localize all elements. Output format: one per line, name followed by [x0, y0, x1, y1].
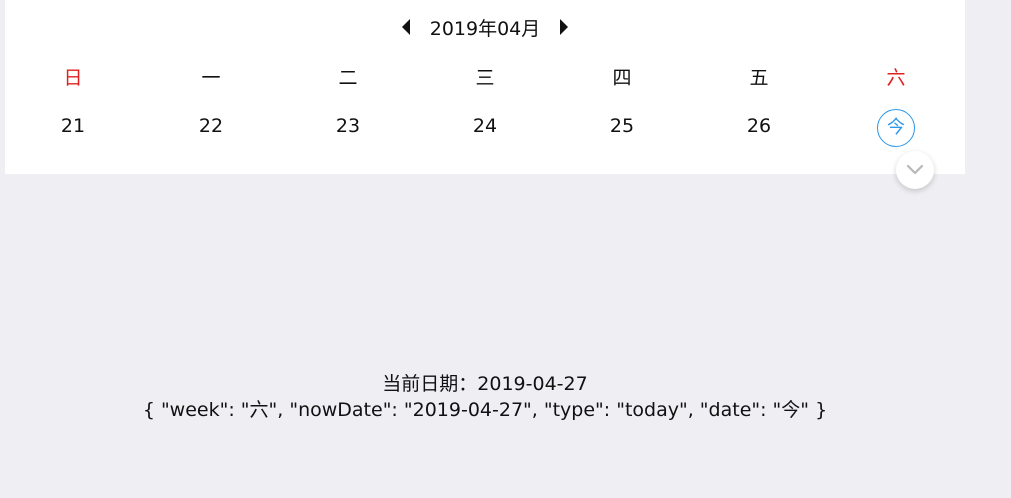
- weekday-sun: 日: [63, 67, 83, 89]
- day-cell[interactable]: 26: [729, 111, 789, 141]
- day-cell[interactable]: 21: [43, 111, 103, 141]
- caret-right-icon: [560, 19, 569, 35]
- next-month-button[interactable]: [556, 17, 572, 37]
- weekday-thu: 四: [612, 67, 632, 89]
- week-days-row: 21 22 23 24 25 26 今: [5, 109, 965, 151]
- current-date-line: 当前日期：2019-04-27: [0, 369, 970, 396]
- current-date-value: 2019-04-27: [477, 373, 588, 395]
- weekday-fri: 五: [749, 67, 769, 89]
- month-label: 2019年04月: [429, 17, 541, 40]
- weekday-wed: 三: [475, 67, 495, 89]
- day-cell[interactable]: 24: [455, 111, 515, 141]
- day-cell[interactable]: 23: [318, 111, 378, 141]
- day-cell[interactable]: 25: [592, 111, 652, 141]
- current-date-label: 当前日期：: [382, 373, 478, 395]
- weekday-mon: 一: [201, 67, 221, 89]
- caret-left-icon: [401, 19, 410, 35]
- weekday-tue: 二: [338, 67, 358, 89]
- prev-month-button[interactable]: [398, 17, 414, 37]
- weekday-header-row: 日 一 二 三 四 五 六: [5, 64, 965, 92]
- collapse-calendar-button[interactable]: [896, 151, 934, 189]
- weekday-sat: 六: [886, 67, 906, 89]
- chevron-down-icon: [906, 164, 924, 175]
- selection-json-output: { "week": "六", "nowDate": "2019-04-27", …: [142, 399, 828, 421]
- month-navigation: 2019年04月: [5, 14, 965, 40]
- day-cell[interactable]: 22: [181, 111, 241, 141]
- today-day-cell[interactable]: 今: [877, 109, 915, 147]
- calendar-card: 2019年04月 日 一 二 三 四 五 六 21 22 23 24 25 26…: [5, 0, 965, 174]
